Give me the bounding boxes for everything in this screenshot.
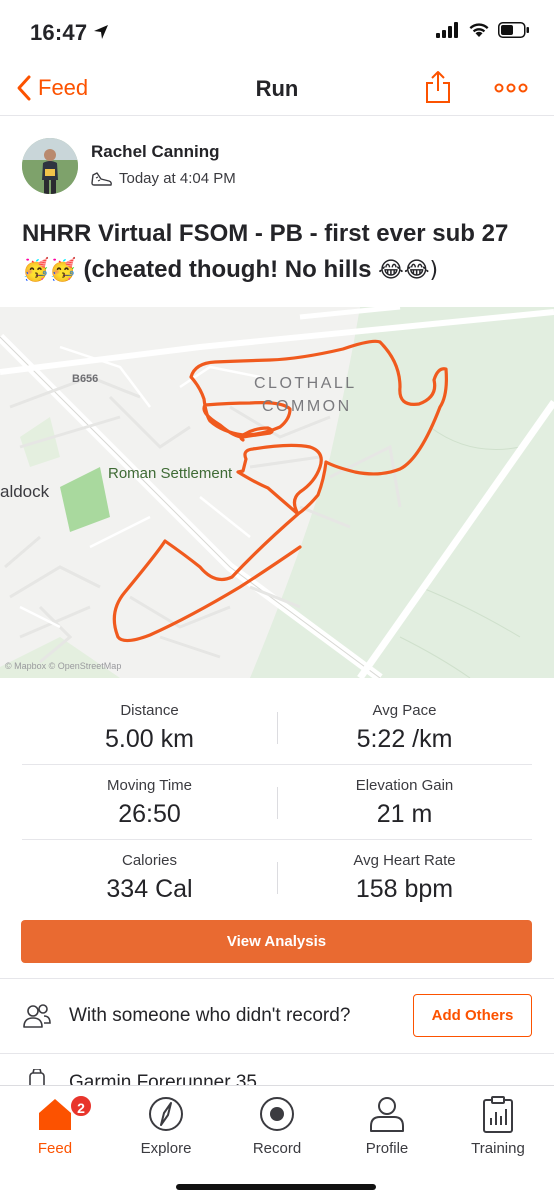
stat-label: Distance	[120, 702, 179, 719]
map-attribution[interactable]: © Mapbox © OpenStreetMap	[5, 661, 121, 671]
status-time: 16:47	[30, 20, 88, 45]
stat-value: 5.00 km	[105, 725, 194, 753]
avatar-photo	[22, 138, 78, 194]
party-face-emoji: 🥳🥳	[22, 258, 77, 283]
home-indicator	[176, 1184, 376, 1190]
area-label-line1: CLOTHALL	[254, 375, 357, 392]
stat-row: Calories 334 Cal Avg Heart Rate 158 bpm	[22, 840, 532, 915]
athlete-header: Rachel Canning Today at 4:04 PM	[22, 138, 532, 196]
activity-title-line1: NHRR Virtual FSOM - PB - first ever sub …	[22, 220, 509, 247]
tab-label: Explore	[140, 1140, 192, 1157]
tab-label: Feed	[37, 1140, 73, 1157]
shoe-icon	[91, 171, 112, 186]
area-label-line2: COMMON	[262, 398, 352, 415]
clipboard-chart-icon	[483, 1096, 513, 1133]
stats-grid: Distance 5.00 km Avg Pace 5:22 /km Movin…	[22, 690, 532, 915]
calories-stat: Calories 334 Cal	[22, 852, 277, 904]
stat-value: 334 Cal	[106, 875, 193, 903]
activity-timestamp: Today at 4:04 PM	[119, 170, 236, 187]
laughing-tears-emoji: 😂😂)	[378, 258, 439, 283]
people-icon	[23, 1004, 51, 1028]
settlement-label: Roman Settlement	[108, 465, 233, 482]
signal-icon	[436, 22, 458, 38]
navigation-bar: Feed Run	[0, 60, 554, 116]
route-map[interactable]: B656 CLOTHALL COMMON Roman Settlement al…	[0, 307, 554, 678]
stat-value: 158 bpm	[355, 875, 454, 903]
map-canvas	[0, 307, 554, 678]
heart-rate-stat: Avg Heart Rate 158 bpm	[277, 852, 532, 904]
athlete-name[interactable]: Rachel Canning	[91, 142, 219, 162]
compass-icon	[149, 1097, 183, 1131]
tab-training[interactable]: Training	[448, 1094, 548, 1168]
stat-label: Avg Heart Rate	[353, 852, 456, 869]
tab-profile[interactable]: Profile	[337, 1094, 437, 1168]
battery-icon	[498, 22, 529, 38]
stat-label: Moving Time	[106, 777, 193, 794]
record-icon	[260, 1097, 294, 1131]
moving-time-stat: Moving Time 26:50	[22, 777, 277, 829]
with-others-row: With someone who didn't record? Add Othe…	[0, 978, 554, 1052]
add-others-button[interactable]: Add Others	[413, 994, 532, 1037]
stat-row: Moving Time 26:50 Elevation Gain 21 m	[22, 765, 532, 840]
more-options-icon[interactable]	[494, 76, 528, 100]
view-analysis-button[interactable]: View Analysis	[21, 920, 532, 963]
tab-label: Profile	[365, 1140, 409, 1157]
status-bar: 16:47	[0, 0, 554, 60]
activity-meta: Today at 4:04 PM	[91, 170, 236, 187]
stat-label: Elevation Gain	[355, 777, 454, 794]
person-icon	[370, 1097, 404, 1132]
activity-title-line2: (cheated though! No hills	[83, 256, 372, 283]
stat-label: Calories	[121, 852, 178, 869]
location-arrow-icon	[94, 25, 108, 39]
road-label: B656	[72, 373, 99, 385]
activity-title: NHRR Virtual FSOM - PB - first ever sub …	[22, 216, 537, 289]
wifi-icon	[469, 23, 489, 37]
notification-badge: 2	[69, 1094, 93, 1118]
tab-record[interactable]: Record	[227, 1094, 327, 1168]
stat-value: 21 m	[376, 800, 433, 828]
tab-label: Record	[252, 1140, 302, 1157]
share-icon[interactable]	[424, 70, 452, 104]
page-title: Run	[255, 76, 299, 101]
with-others-text: With someone who didn't record?	[69, 1005, 351, 1026]
home-icon	[39, 1099, 71, 1130]
tab-explore[interactable]: Explore	[116, 1094, 216, 1168]
distance-stat: Distance 5.00 km	[22, 702, 277, 754]
stat-value: 5:22 /km	[356, 725, 453, 753]
stat-label: Avg Pace	[372, 702, 437, 719]
pace-stat: Avg Pace 5:22 /km	[277, 702, 532, 754]
tab-label: Training	[471, 1140, 525, 1157]
tab-bar: 2 Feed Explore Record Profile Training	[0, 1085, 554, 1200]
tab-feed[interactable]: 2 Feed	[5, 1094, 105, 1168]
town-label: aldock	[0, 482, 50, 501]
status-indicators	[436, 22, 530, 38]
elevation-stat: Elevation Gain 21 m	[277, 777, 532, 829]
stat-row: Distance 5.00 km Avg Pace 5:22 /km	[22, 690, 532, 765]
stat-value: 26:50	[118, 800, 181, 828]
avatar[interactable]	[22, 138, 78, 194]
